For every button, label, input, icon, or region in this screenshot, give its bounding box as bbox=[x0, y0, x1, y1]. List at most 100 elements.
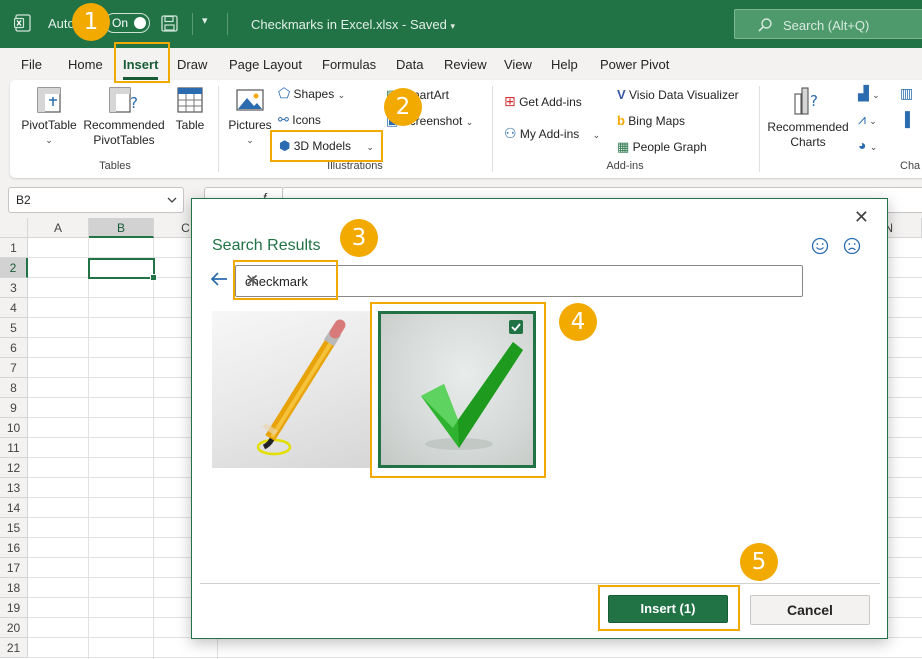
cancel-button[interactable]: Cancel bbox=[750, 595, 870, 625]
column-header-b[interactable]: B bbox=[89, 218, 154, 238]
people-graph-button[interactable]: ▦ People Graph bbox=[617, 139, 707, 155]
visio-button[interactable]: V Visio Data Visualizer bbox=[617, 87, 739, 103]
row-header[interactable]: 14 bbox=[0, 498, 28, 518]
active-cell[interactable] bbox=[88, 258, 157, 281]
row-header[interactable]: 11 bbox=[0, 438, 28, 458]
pictures-button[interactable]: Pictures ⌄ bbox=[226, 86, 274, 148]
row-header[interactable]: 4 bbox=[0, 298, 28, 318]
visio-label: Visio Data Visualizer bbox=[629, 88, 739, 102]
tab-view[interactable]: View bbox=[504, 57, 532, 72]
row-header[interactable]: 2 bbox=[0, 258, 28, 278]
visio-icon: V bbox=[617, 87, 626, 102]
row-header[interactable]: 8 bbox=[0, 378, 28, 398]
row-header[interactable]: 9 bbox=[0, 398, 28, 418]
table-button[interactable]: Table bbox=[170, 86, 210, 133]
chevron-down-icon bbox=[167, 197, 177, 203]
tab-formulas[interactable]: Formulas bbox=[322, 57, 376, 72]
search-icon bbox=[758, 18, 772, 32]
close-icon[interactable]: ✕ bbox=[854, 207, 869, 228]
tab-power-pivot[interactable]: Power Pivot bbox=[600, 57, 669, 72]
file-name-text: Checkmarks in Excel.xlsx bbox=[251, 17, 399, 32]
table-label: Table bbox=[175, 118, 205, 132]
tab-home[interactable]: Home bbox=[68, 57, 103, 72]
autosave-toggle[interactable]: On bbox=[104, 13, 150, 33]
recommended-charts-button[interactable]: ? Recommended Charts bbox=[765, 86, 851, 150]
row-header[interactable]: 19 bbox=[0, 598, 28, 618]
grid-column-line bbox=[88, 238, 89, 659]
step-badge-3: 3 bbox=[340, 219, 378, 257]
svg-text:?: ? bbox=[810, 92, 818, 110]
row-header[interactable]: 5 bbox=[0, 318, 28, 338]
row-header[interactable]: 18 bbox=[0, 578, 28, 598]
frown-icon[interactable] bbox=[843, 237, 861, 255]
row-header[interactable]: 12 bbox=[0, 458, 28, 478]
get-addins-button[interactable]: ⊞ Get Add-ins bbox=[504, 94, 582, 110]
tables-group-label: Tables bbox=[99, 160, 131, 172]
tab-draw[interactable]: Draw bbox=[177, 57, 207, 72]
customize-qat-icon[interactable]: ▾ bbox=[202, 14, 208, 27]
pie-chart-button[interactable]: ◕ ⌄ bbox=[858, 138, 877, 155]
tab-data[interactable]: Data bbox=[396, 57, 423, 72]
people-graph-label: People Graph bbox=[632, 140, 707, 154]
row-header[interactable]: 21 bbox=[0, 638, 28, 658]
row-header[interactable]: 1 bbox=[0, 238, 28, 258]
row-header[interactable]: 3 bbox=[0, 278, 28, 298]
row-header[interactable]: 10 bbox=[0, 418, 28, 438]
title-bar: AutoSave On ▾ Checkmarks in Excel.xlsx -… bbox=[0, 0, 922, 48]
people-graph-icon: ▦ bbox=[617, 139, 630, 154]
icons-button[interactable]: ⚯ Icons bbox=[278, 112, 321, 128]
line-chart-button[interactable]: ⩘ ⌄ bbox=[858, 112, 877, 129]
recommended-charts-icon: ? bbox=[794, 87, 818, 115]
hierarchy-chart-button[interactable]: ▥ bbox=[900, 86, 913, 102]
row-header[interactable]: 13 bbox=[0, 478, 28, 498]
model-thumbnail-pencil[interactable] bbox=[212, 311, 370, 468]
back-arrow-icon[interactable] bbox=[210, 271, 228, 287]
tab-file[interactable]: File bbox=[21, 57, 42, 72]
name-box[interactable]: B2 bbox=[8, 187, 184, 213]
ribbon-panel: PivotTable ⌄ ? Recommended PivotTables T… bbox=[10, 80, 922, 178]
chevron-down-icon: ⌄ bbox=[337, 90, 346, 100]
row-header[interactable]: 7 bbox=[0, 358, 28, 378]
pivottable-button[interactable]: PivotTable ⌄ bbox=[20, 86, 78, 148]
tab-help[interactable]: Help bbox=[551, 57, 578, 72]
chevron-down-icon: ▾ bbox=[450, 21, 455, 31]
pictures-icon bbox=[236, 89, 264, 111]
chevron-down-icon: ⌄ bbox=[246, 135, 254, 145]
tab-page-layout[interactable]: Page Layout bbox=[229, 57, 302, 72]
file-name[interactable]: Checkmarks in Excel.xlsx - Saved ▾ bbox=[251, 17, 455, 32]
pictures-label: Pictures bbox=[228, 118, 272, 132]
my-addins-button[interactable]: ⚇ My Add-ins ⌄ bbox=[504, 126, 600, 143]
addins-icon: ⚇ bbox=[504, 125, 517, 141]
highlight-checkmark-model bbox=[370, 302, 546, 478]
row-header[interactable]: 16 bbox=[0, 538, 28, 558]
column-chart-icon: ▟ bbox=[858, 85, 869, 101]
svg-text:?: ? bbox=[130, 94, 138, 112]
select-all-corner[interactable] bbox=[0, 218, 28, 238]
bing-maps-button[interactable]: b Bing Maps bbox=[617, 113, 685, 129]
step-badge-2: 2 bbox=[384, 88, 422, 126]
recommended-pivottables-label-1: Recommended bbox=[83, 118, 165, 132]
row-header[interactable]: 15 bbox=[0, 518, 28, 538]
row-header[interactable]: 6 bbox=[0, 338, 28, 358]
bing-icon: b bbox=[617, 113, 625, 128]
toggle-knob bbox=[134, 17, 146, 29]
group-separator bbox=[492, 86, 493, 172]
title-dash: - bbox=[402, 17, 410, 32]
group-separator bbox=[759, 86, 760, 172]
column-chart-button[interactable]: ▟ ⌄ bbox=[858, 86, 880, 103]
pivottable-icon bbox=[37, 87, 61, 113]
search-box[interactable]: Search (Alt+Q) bbox=[734, 9, 922, 39]
stat-chart-button[interactable]: ▐ bbox=[900, 112, 910, 128]
tab-review[interactable]: Review bbox=[444, 57, 487, 72]
smile-icon[interactable] bbox=[811, 237, 829, 255]
row-header[interactable]: 17 bbox=[0, 558, 28, 578]
recommended-charts-label-1: Recommended bbox=[767, 120, 849, 134]
column-header-a[interactable]: A bbox=[28, 218, 89, 238]
row-header[interactable]: 20 bbox=[0, 618, 28, 638]
step-badge-5: 5 bbox=[740, 543, 778, 581]
shapes-icon: ⬠ bbox=[278, 85, 291, 101]
recommended-pivottables-button[interactable]: ? Recommended PivotTables bbox=[81, 86, 167, 148]
save-icon[interactable] bbox=[161, 15, 178, 32]
shapes-button[interactable]: ⬠ Shapes ⌄ bbox=[278, 86, 345, 103]
step-badge-4: 4 bbox=[559, 303, 597, 341]
